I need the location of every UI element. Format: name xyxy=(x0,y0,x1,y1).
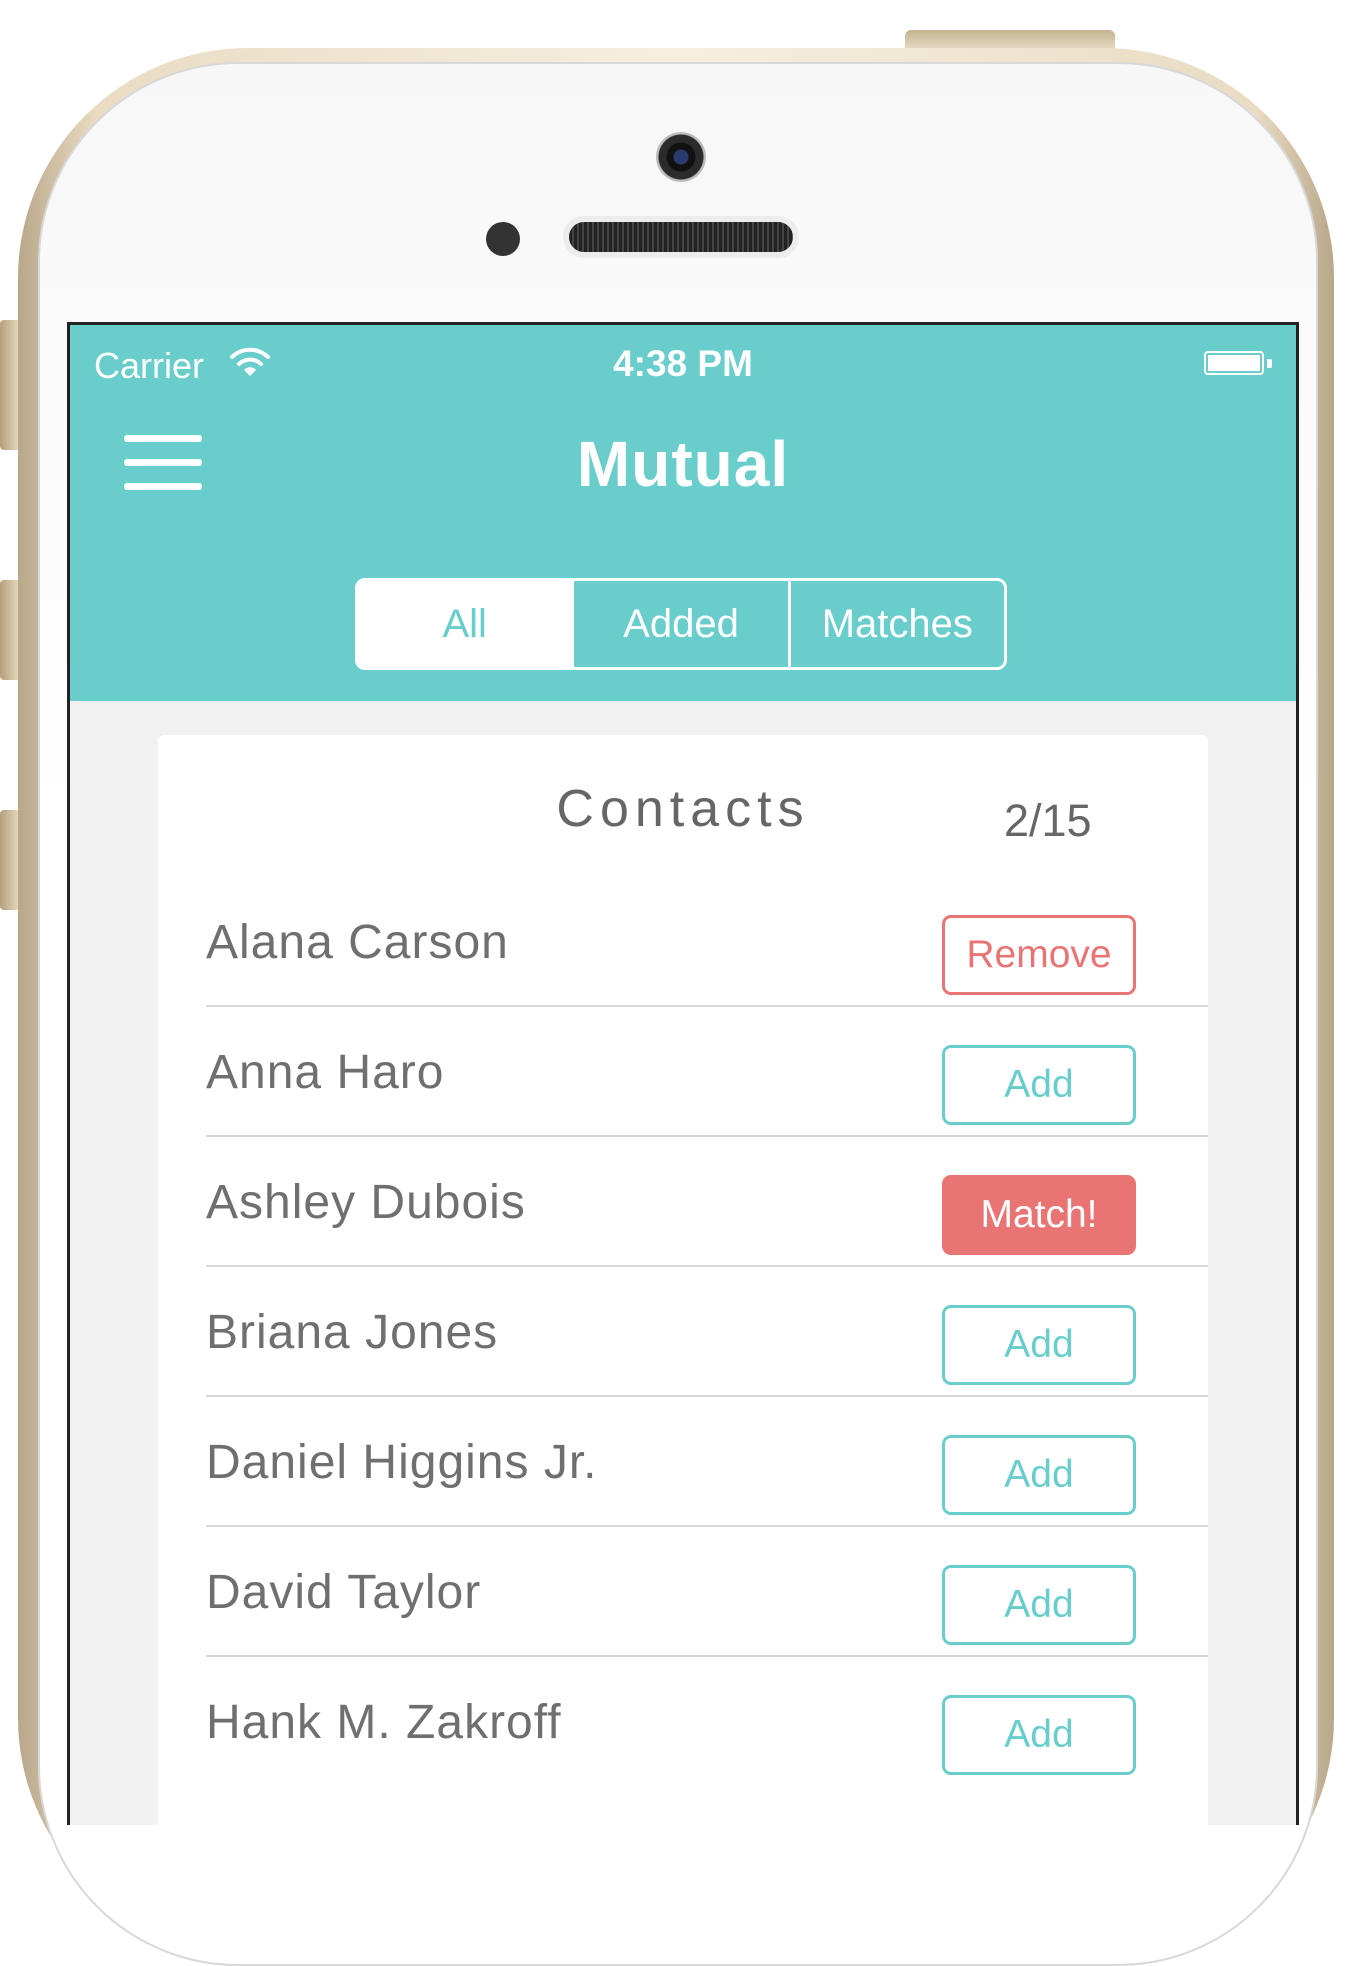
contact-name: Alana Carson xyxy=(206,916,509,969)
remove-button[interactable]: Remove xyxy=(942,915,1136,995)
contact-name: Ashley Dubois xyxy=(206,1176,526,1229)
mute-switch xyxy=(0,320,18,450)
add-button[interactable]: Add xyxy=(942,1695,1136,1775)
volume-up-button xyxy=(0,580,18,680)
earpiece-speaker xyxy=(563,216,799,258)
contact-name: Briana Jones xyxy=(206,1306,499,1359)
contact-name: Hank M. Zakroff xyxy=(206,1696,562,1749)
list-item: Anna Haro Add xyxy=(206,1005,1208,1137)
camera-icon xyxy=(656,132,706,182)
tab-matches[interactable]: Matches xyxy=(787,581,1004,667)
filter-tabs: All Added Matches xyxy=(355,578,1007,670)
proximity-sensor xyxy=(486,222,520,256)
add-button[interactable]: Add xyxy=(942,1305,1136,1385)
contacts-card: Contacts 2/15 Alana Carson Remove Anna H… xyxy=(158,735,1208,1825)
app-header: Carrier 4:38 PM Mutual All Added Matches xyxy=(70,325,1296,701)
page-title: Mutual xyxy=(576,428,790,500)
match-button[interactable]: Match! xyxy=(942,1175,1136,1255)
tab-all[interactable]: All xyxy=(358,581,572,667)
contact-name: David Taylor xyxy=(206,1566,482,1619)
add-button[interactable]: Add xyxy=(942,1565,1136,1645)
contact-name: Anna Haro xyxy=(206,1046,445,1099)
list-item: Briana Jones Add xyxy=(206,1265,1208,1397)
status-time: 4:38 PM xyxy=(613,343,753,384)
power-button xyxy=(905,30,1115,50)
volume-down-button xyxy=(0,810,18,910)
list-item: Ashley Dubois Match! xyxy=(206,1135,1208,1267)
add-button[interactable]: Add xyxy=(942,1435,1136,1515)
tab-added[interactable]: Added xyxy=(571,581,787,667)
list-item: Alana Carson Remove xyxy=(206,875,1208,1007)
app-screen: Carrier 4:38 PM Mutual All Added Matches… xyxy=(67,322,1299,1825)
list-item: Daniel Higgins Jr. Add xyxy=(206,1395,1208,1527)
contacts-count: 2/15 xyxy=(1004,795,1092,846)
add-button[interactable]: Add xyxy=(942,1045,1136,1125)
list-item: Hank M. Zakroff Add xyxy=(206,1655,1208,1785)
contact-name: Daniel Higgins Jr. xyxy=(206,1436,598,1489)
battery-icon xyxy=(1204,351,1272,377)
list-item: David Taylor Add xyxy=(206,1525,1208,1657)
